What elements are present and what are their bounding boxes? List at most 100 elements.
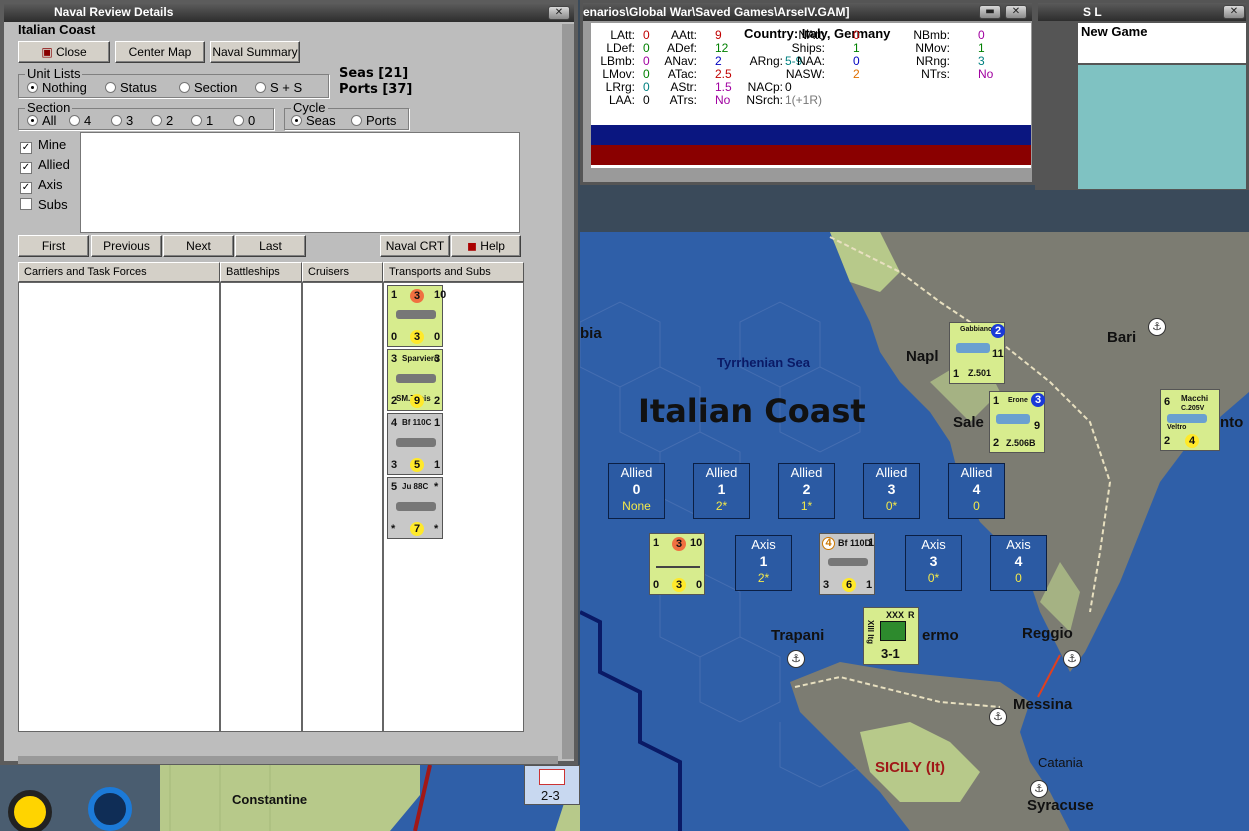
port-syracuse-icon[interactable]: ⚓ bbox=[1030, 780, 1048, 798]
ship-icon bbox=[656, 558, 700, 568]
section-3-radio[interactable]: 3 bbox=[111, 113, 133, 128]
section-4-radio[interactable]: 4 bbox=[69, 113, 91, 128]
col-battleships-header[interactable]: Battleships bbox=[220, 262, 302, 282]
col-carriers-header[interactable]: Carriers and Task Forces bbox=[18, 262, 220, 282]
window-resize-rail[interactable] bbox=[562, 24, 574, 759]
close-icon[interactable]: ✕ bbox=[548, 6, 570, 20]
city-trapani: Trapani bbox=[771, 627, 825, 644]
counter-top-right: 10 bbox=[434, 289, 447, 301]
counter-bot-left: 2 bbox=[391, 395, 398, 407]
stat-value: 3 bbox=[978, 54, 985, 68]
port-reggio-icon[interactable]: ⚓ bbox=[1063, 650, 1081, 668]
window-bottom-rail[interactable] bbox=[18, 756, 558, 764]
stat-value: 0 bbox=[643, 28, 650, 42]
close-book-icon: ▣ bbox=[41, 45, 56, 59]
city-sale: Sale bbox=[953, 414, 984, 431]
bottom-counter[interactable]: 2-3 bbox=[524, 765, 580, 805]
terrain-preview bbox=[1078, 65, 1246, 189]
transports-list[interactable]: 13100303Sparviero3SM.79bis2924Bf 110C135… bbox=[383, 282, 524, 732]
browser-icon[interactable] bbox=[88, 787, 132, 831]
allied-zone-2[interactable]: Allied 2 1* bbox=[778, 463, 835, 519]
fighter-icon bbox=[1167, 414, 1207, 423]
unit-counter[interactable]: 1 3 10 0 3 0 bbox=[387, 285, 447, 347]
naval-review-window[interactable]: Naval Review Details ✕ Italian Coast ▣ C… bbox=[0, 0, 578, 765]
stat-key: NACp: bbox=[747, 80, 783, 94]
unit-lists-section-radio[interactable]: Section bbox=[179, 80, 237, 95]
allied-zone-0[interactable]: Allied 0 None bbox=[608, 463, 665, 519]
filter-axis-checkbox[interactable]: ✓ Axis bbox=[20, 177, 63, 194]
stat-key: AStr: bbox=[670, 80, 697, 94]
previous-button[interactable]: Previous bbox=[91, 235, 162, 257]
stat-value: 0 bbox=[853, 54, 860, 68]
filter-subs-checkbox[interactable]: Subs bbox=[20, 197, 68, 212]
game-map[interactable]: Tyrrhenian Sea Italian Coast Napl Bari S… bbox=[580, 232, 1249, 831]
carriers-list[interactable] bbox=[18, 282, 220, 732]
cruisers-list[interactable] bbox=[302, 282, 383, 732]
stat-value: 12 bbox=[715, 41, 729, 55]
battleships-list[interactable] bbox=[220, 282, 302, 732]
help-button[interactable]: ◼ Help bbox=[451, 235, 521, 257]
allied-zone-1[interactable]: Allied 1 2* bbox=[693, 463, 750, 519]
axis-zone-1[interactable]: Axis 1 2* bbox=[735, 535, 792, 591]
close-icon[interactable]: ✕ bbox=[1005, 5, 1027, 19]
desktop-strip bbox=[0, 765, 160, 831]
stat-value: 2.5 bbox=[715, 67, 732, 81]
new-game-label[interactable]: New Game bbox=[1078, 23, 1246, 63]
cycle-seas-radio[interactable]: Seas bbox=[291, 113, 336, 128]
stat-key: ARng: bbox=[749, 54, 783, 68]
stat-key: NBmb: bbox=[913, 28, 950, 42]
last-button[interactable]: Last bbox=[235, 235, 306, 257]
section-0-radio[interactable]: 0 bbox=[233, 113, 255, 128]
axis-zone-4[interactable]: Axis 4 0 bbox=[990, 535, 1047, 591]
section-all-radio[interactable]: All bbox=[27, 113, 56, 128]
ship-counter[interactable]: 1 3 10 0 3 0 bbox=[649, 533, 705, 595]
stat-key: ADef: bbox=[666, 41, 697, 55]
counter-bot-mid: 9 bbox=[410, 394, 424, 408]
section-1-radio[interactable]: 1 bbox=[191, 113, 213, 128]
counter-bot-right: * bbox=[434, 523, 439, 535]
close-icon[interactable]: ✕ bbox=[1223, 5, 1245, 19]
cycle-ports-radio[interactable]: Ports bbox=[351, 113, 396, 128]
plane-icon bbox=[396, 502, 436, 511]
counter-top-left: 1 bbox=[391, 289, 398, 301]
unit-lists-nothing-radio[interactable]: Nothing bbox=[27, 80, 87, 95]
help-book-icon: ◼ bbox=[467, 239, 481, 253]
filter-mine-checkbox[interactable]: ✓ Mine bbox=[20, 137, 66, 154]
filter-allied-checkbox[interactable]: ✓ Allied bbox=[20, 157, 70, 174]
macchi-counter[interactable]: 6 Macchi C.205V Veltro 2 4 bbox=[1160, 389, 1220, 451]
bf110d-counter[interactable]: 4 Bf 110D 1 3 6 1 bbox=[819, 533, 875, 595]
counter-top-left: 5 bbox=[391, 481, 398, 493]
col-transports-header[interactable]: Transports and Subs bbox=[383, 262, 524, 282]
gabbiano-counter[interactable]: Gabbiano 2 11 1 Z.501 bbox=[949, 322, 1005, 384]
corps-counter[interactable]: XXX R XIII Itg 3-1 bbox=[863, 607, 919, 665]
sl-window[interactable]: S L ✕ New Game bbox=[1035, 0, 1249, 190]
counter-top-right: 3 bbox=[434, 353, 441, 365]
naval-summary-button[interactable]: Naval Summary bbox=[210, 41, 300, 63]
next-button[interactable]: Next bbox=[163, 235, 234, 257]
unit-counter[interactable]: 3Sparviero3SM.79bis292 bbox=[387, 349, 443, 411]
naval-crt-button[interactable]: Naval CRT bbox=[380, 235, 450, 257]
unit-info-window[interactable]: enarios\Global War\Saved Games\ArseIV.GA… bbox=[580, 0, 1035, 185]
erone-counter[interactable]: 1 Erone 3 9 2 Z.506B bbox=[989, 391, 1045, 453]
unit-counter[interactable]: 5 Ju 88C * * 7 * bbox=[387, 477, 443, 539]
port-trapani-icon[interactable]: ⚓ bbox=[787, 650, 805, 668]
unit-list-box[interactable] bbox=[80, 132, 520, 233]
center-map-button[interactable]: Center Map bbox=[115, 41, 205, 63]
unit-lists-group: Unit Lists Nothing Status Section S + S bbox=[18, 66, 329, 98]
game-map-lower[interactable]: Constantine 2-3 bbox=[160, 765, 580, 831]
section-2-radio[interactable]: 2 bbox=[151, 113, 173, 128]
seas-count: Seas [21] bbox=[339, 66, 409, 81]
port-bari-icon[interactable]: ⚓ bbox=[1148, 318, 1166, 336]
close-button[interactable]: ▣ Close bbox=[18, 41, 110, 63]
unit-counter[interactable]: 4 Bf 110C 1 3 5 1 bbox=[387, 413, 443, 475]
allied-zone-4[interactable]: Allied 4 0 bbox=[948, 463, 1005, 519]
col-cruisers-header[interactable]: Cruisers bbox=[302, 262, 383, 282]
first-button[interactable]: First bbox=[18, 235, 89, 257]
port-messina-icon[interactable]: ⚓ bbox=[989, 708, 1007, 726]
allied-zone-3[interactable]: Allied 3 0* bbox=[863, 463, 920, 519]
unit-lists-ss-radio[interactable]: S + S bbox=[255, 80, 302, 95]
stat-key: LDef: bbox=[606, 41, 635, 55]
axis-zone-3[interactable]: Axis 3 0* bbox=[905, 535, 962, 591]
unit-lists-status-radio[interactable]: Status bbox=[105, 80, 157, 95]
minimize-icon[interactable]: ▬ bbox=[979, 5, 1001, 19]
